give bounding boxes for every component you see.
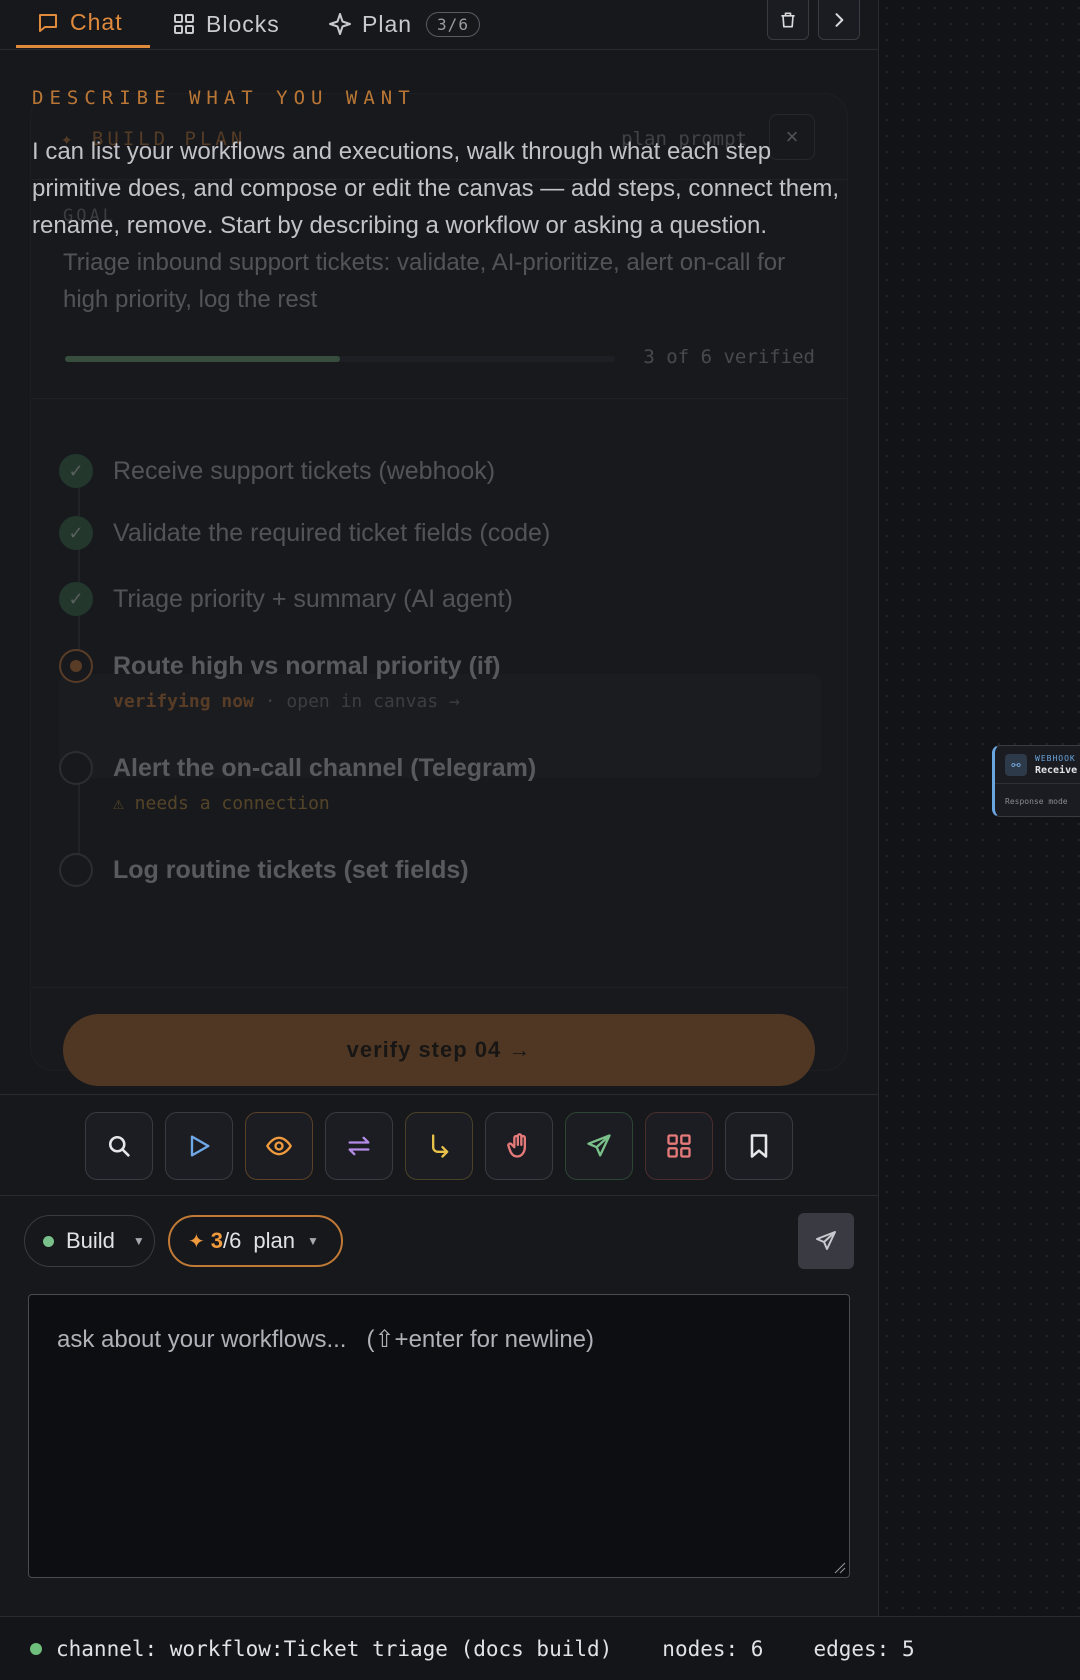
verify-step-button[interactable]: verify step 04 → [63, 1014, 815, 1086]
tab-bar: Chat Blocks Plan 3/6 [0, 0, 878, 50]
blocks-grid-icon [174, 14, 194, 34]
node-type: WEBHOOK [1035, 754, 1076, 763]
plan-step-label: Receive support tickets (webhook) [113, 457, 496, 485]
branch-icon [432, 1134, 449, 1158]
connection-status-dot [30, 1642, 42, 1655]
caret-down-icon: ▼ [306, 1234, 319, 1248]
sparkle-icon: ✦ [188, 1230, 205, 1253]
swap-icon [348, 1136, 370, 1156]
send-button[interactable] [798, 1213, 854, 1269]
plan-total-count: /6 [223, 1228, 242, 1253]
search-icon [108, 1135, 130, 1157]
run-button[interactable] [165, 1112, 233, 1180]
tab-blocks[interactable]: Blocks [172, 0, 280, 48]
divider [31, 398, 847, 399]
verifying-status: verifying now [113, 691, 254, 712]
pending-step-icon [59, 751, 93, 785]
active-step-icon [59, 649, 93, 683]
blocks-button[interactable] [645, 1112, 713, 1180]
plan-chip-label: plan [253, 1228, 295, 1253]
tab-chat-label: Chat [70, 9, 123, 35]
preview-button[interactable] [245, 1112, 313, 1180]
status-bar: channel: workflow:Ticket triage (docs bu… [0, 1616, 1080, 1680]
mode-label: Build [66, 1228, 115, 1253]
plan-progress-fill [65, 356, 340, 362]
swap-button[interactable] [325, 1112, 393, 1180]
plan-step-label: Log routine tickets (set fields) [113, 856, 469, 884]
send-icon [816, 1231, 836, 1250]
divider [995, 783, 1080, 784]
plan-current-count: 3 [210, 1228, 224, 1253]
assistant-intro-message: I can list your workflows and executions… [32, 138, 840, 239]
grid-icon [667, 1134, 691, 1158]
send-icon [587, 1134, 611, 1157]
check-icon: ✓ [59, 454, 93, 488]
plan-step-label: Alert the on-call channel (Telegram) [113, 754, 537, 782]
plan-select[interactable]: ✦ 3/6 plan ▼ [168, 1215, 343, 1267]
branch-button[interactable] [405, 1112, 473, 1180]
webhook-icon: ⚯ [1005, 754, 1027, 776]
pending-step-icon [59, 853, 93, 887]
plan-step-meta: verifying now · open in canvas → [113, 691, 460, 712]
channel-status: channel: workflow:Ticket triage (docs bu… [56, 1636, 613, 1661]
search-button[interactable] [85, 1112, 153, 1180]
tab-plan-label: Plan [362, 10, 413, 37]
check-icon: ✓ [59, 582, 93, 616]
bookmark-button[interactable] [725, 1112, 793, 1180]
collapse-panel-button[interactable] [818, 0, 860, 40]
plan-step-label: Triage priority + summary (AI agent) [113, 585, 513, 613]
plan-step-label: Route high vs normal priority (if) [113, 652, 501, 680]
hand-icon [507, 1133, 526, 1158]
clear-chat-button[interactable] [767, 0, 809, 40]
bookmark-icon [750, 1134, 768, 1158]
caret-down-icon: ▼ [132, 1234, 145, 1248]
plan-progress-bar [65, 356, 615, 362]
edge-count: edges: 5 [813, 1636, 915, 1661]
pause-button[interactable] [485, 1112, 553, 1180]
eye-icon [265, 1136, 293, 1156]
chat-heading: DESCRIBE WHAT YOU WANT [32, 87, 416, 109]
trash-icon [781, 12, 795, 27]
plan-goal: Triage inbound support tickets: validate… [63, 249, 786, 313]
tab-chat[interactable]: Chat [16, 0, 150, 48]
plan-progress-label: 3 of 6 verified [643, 346, 815, 368]
plan-step-label: Validate the required ticket fields (cod… [113, 519, 551, 547]
node-field-label: Response mode [1005, 797, 1068, 806]
message-composer [28, 1294, 850, 1578]
plan-count: 3/6 [211, 1228, 242, 1254]
tab-blocks-label: Blocks [206, 10, 280, 37]
plan-progress-badge: 3/6 [426, 11, 480, 37]
sparkle-icon [329, 13, 351, 35]
tab-plan[interactable]: Plan 3/6 [328, 0, 480, 48]
mode-status-dot [43, 1235, 54, 1247]
node-count: nodes: 6 [662, 1636, 764, 1661]
play-icon [190, 1135, 210, 1157]
message-input[interactable] [29, 1295, 849, 1577]
divider [31, 987, 847, 988]
quick-actions-toolbar [0, 1094, 878, 1196]
canvas-node-webhook[interactable]: ⚯ WEBHOOK Receive Response mode [992, 745, 1080, 817]
needs-connection-warning: ⚠ needs a connection [113, 793, 330, 814]
mode-select[interactable]: Build ▼ [24, 1215, 155, 1267]
panel-divider[interactable] [878, 0, 879, 1616]
resize-handle-icon[interactable] [832, 1560, 846, 1574]
chevron-right-icon [835, 12, 844, 27]
open-in-canvas-link[interactable]: · open in canvas → [254, 691, 460, 712]
send-message-button[interactable] [565, 1112, 633, 1180]
chat-bubble-icon [39, 13, 57, 32]
node-name: Receive [1035, 765, 1078, 776]
check-icon: ✓ [59, 516, 93, 550]
chat-messages[interactable]: ✦ BUILD PLAN plan prompt × GOAL Triage i… [0, 51, 878, 1093]
